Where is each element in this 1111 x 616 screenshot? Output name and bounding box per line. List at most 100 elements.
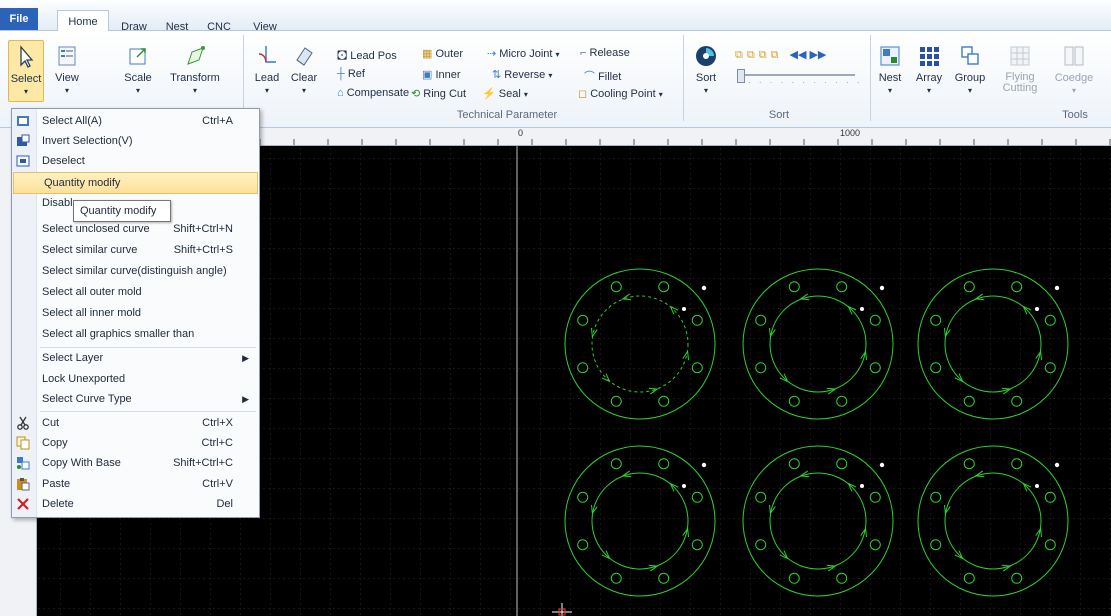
- sort-label: Sort: [695, 72, 717, 84]
- release-button[interactable]: ⌐ Release: [580, 47, 630, 59]
- dropdown-arrow-icon: ▾: [926, 86, 931, 95]
- menu-item-label: Select similar curve: [42, 244, 138, 256]
- sort-slider-thumb[interactable]: [737, 69, 745, 83]
- micro-joint-label: Micro Joint: [499, 48, 553, 60]
- quantity-modify-tooltip: Quantity modify: [73, 200, 171, 222]
- dropdown-arrow-icon: ▾: [135, 86, 140, 95]
- invert-selection-icon: [17, 134, 30, 146]
- ring-cut-label: Ring Cut: [423, 88, 467, 100]
- cooling-point-button[interactable]: ◻ Cooling Point ▾: [578, 87, 663, 100]
- tab-file[interactable]: File: [0, 8, 38, 30]
- tools-group-label: Tools: [1062, 109, 1088, 121]
- sort-button[interactable]: Sort ▾: [690, 40, 722, 100]
- divider: [683, 35, 684, 121]
- tab-home[interactable]: Home: [57, 10, 109, 31]
- menu-item-label: Copy With Base: [42, 457, 121, 469]
- menu-item-shortcut: Del: [216, 498, 233, 510]
- menu-item-label: Select similar curve(distinguish angle): [42, 265, 227, 277]
- flying-cutting-button[interactable]: Flying Cutting: [998, 40, 1042, 100]
- select-button[interactable]: Select ▾: [8, 40, 44, 102]
- transform-button[interactable]: Transform ▾: [166, 40, 224, 100]
- compensate-label: Compensate: [346, 87, 410, 99]
- menu-item-copy[interactable]: Copy Ctrl+C: [12, 433, 259, 453]
- scale-icon: [129, 48, 146, 65]
- dropdown-arrow-icon: ▾: [264, 86, 269, 95]
- sort-group-label: Sort: [768, 109, 790, 121]
- menu-item-label: Delete: [42, 498, 74, 510]
- reverse-button[interactable]: ⇅ Reverse ▾: [492, 68, 552, 81]
- sort-order-icons[interactable]: ⧉⧉⧉⧉ ◀◀ ▶▶: [735, 48, 826, 62]
- menu-item-paste[interactable]: Paste Ctrl+V: [12, 474, 259, 494]
- menu-item-label: Select Curve Type: [42, 393, 132, 405]
- menu-item-lock-unexported[interactable]: Lock Unexported: [12, 369, 259, 389]
- ref-label: Ref: [347, 68, 365, 80]
- outer-button[interactable]: ▦ Outer: [422, 47, 463, 60]
- ref-button[interactable]: ┼ Ref: [337, 68, 365, 80]
- divider: [870, 35, 871, 121]
- inner-label: Inner: [435, 69, 461, 81]
- copy-icon: [16, 436, 30, 450]
- ribbon-tab-bar: File Home Draw Nest CNC View: [0, 0, 1111, 33]
- sort-slider-track[interactable]: [737, 74, 855, 76]
- menu-item-label: Select all outer mold: [42, 286, 142, 298]
- fillet-button[interactable]: ⌒ Fillet: [584, 68, 621, 84]
- group-label: Group: [954, 72, 986, 84]
- dropdown-arrow-icon: ▾: [555, 50, 560, 59]
- menu-item-label: Select Layer: [42, 352, 104, 364]
- select-all-icon: [17, 116, 29, 126]
- menu-item-select-all-outer-mold[interactable]: Select all outer mold: [12, 282, 259, 302]
- micro-joint-button[interactable]: ⇢ Micro Joint ▾: [487, 47, 560, 60]
- lead-button[interactable]: Lead ▾: [252, 40, 282, 100]
- cursor-arrow-icon: [20, 45, 34, 68]
- menu-item-cut[interactable]: Cut Ctrl+X: [12, 413, 259, 433]
- lead-pos-icon: 🖸: [337, 50, 348, 62]
- dropdown-arrow-icon: ▾: [548, 71, 553, 80]
- menu-item-quantity-modify[interactable]: Quantity modify: [13, 172, 258, 194]
- ring-cut-button[interactable]: ⟲ Ring Cut: [411, 87, 466, 100]
- menu-item-select-all-inner-mold[interactable]: Select all inner mold: [12, 303, 259, 323]
- menu-item-select-layer[interactable]: Select Layer ▶: [12, 348, 259, 368]
- coedge-label: Coedge: [1054, 72, 1094, 84]
- scale-button[interactable]: Scale ▾: [118, 40, 158, 100]
- outer-icon: ▦: [422, 48, 433, 60]
- menu-item-select-all[interactable]: Select All(A) Ctrl+A: [12, 111, 259, 131]
- group-button[interactable]: Group ▾: [952, 40, 988, 100]
- menu-item-invert-selection[interactable]: Invert Selection(V): [12, 131, 259, 151]
- menu-item-delete[interactable]: Delete Del: [12, 494, 259, 514]
- dropdown-arrow-icon: ▾: [523, 90, 528, 99]
- menu-item-shortcut: Ctrl+X: [202, 417, 233, 429]
- group-icon: [961, 46, 979, 65]
- menu-item-select-similar-curve[interactable]: Select similar curve Shift+Ctrl+S: [12, 240, 259, 260]
- menu-item-select-graphics-smaller-than[interactable]: Select all graphics smaller than: [12, 324, 259, 344]
- horizontal-ruler: 0 1000: [258, 128, 1111, 146]
- sort-step-arrows-icon: ◀◀ ▶▶: [789, 49, 827, 61]
- nest-button[interactable]: Nest ▾: [875, 40, 905, 100]
- ref-icon: ┼: [337, 68, 345, 80]
- view-button[interactable]: View ▾: [50, 40, 84, 100]
- ruler-label-thousand: 1000: [840, 128, 861, 138]
- coedge-button[interactable]: Coedge ▾: [1052, 40, 1096, 100]
- eraser-icon: [296, 47, 313, 66]
- dropdown-arrow-icon: ▾: [23, 87, 28, 96]
- submenu-arrow-icon: ▶: [242, 353, 249, 363]
- inner-button[interactable]: ▣ Inner: [422, 68, 461, 81]
- compensate-button[interactable]: ⌂ Compensate: [337, 87, 409, 99]
- clear-button[interactable]: Clear ▾: [286, 40, 322, 100]
- view-label: View: [55, 72, 79, 84]
- array-button[interactable]: Array ▾: [914, 40, 944, 100]
- transform-label: Transform: [170, 72, 220, 84]
- menu-item-select-unclosed-curve[interactable]: Select unclosed curve Shift+Ctrl+N: [12, 219, 259, 239]
- flying-cutting-icon: [1010, 46, 1030, 66]
- seal-button[interactable]: ⚡ Seal ▾: [482, 87, 528, 100]
- menu-item-copy-with-base[interactable]: Copy With Base Shift+Ctrl+C: [12, 453, 259, 473]
- lead-icon: [258, 46, 276, 63]
- dropdown-arrow-icon: ▾: [1071, 86, 1076, 95]
- menu-item-select-similar-curve-angle[interactable]: Select similar curve(distinguish angle): [12, 261, 259, 281]
- lead-pos-button[interactable]: 🖸 Lead Pos: [337, 47, 397, 66]
- menu-item-shortcut: Ctrl+C: [201, 437, 233, 449]
- menu-item-shortcut: Ctrl+V: [202, 478, 233, 490]
- menu-item-deselect[interactable]: Deselect: [12, 151, 259, 171]
- menu-item-label: Invert Selection(V): [42, 135, 133, 147]
- sort-slider-ticks: · · · · · · · · · · ·: [748, 78, 863, 87]
- menu-item-select-curve-type[interactable]: Select Curve Type ▶: [12, 389, 259, 409]
